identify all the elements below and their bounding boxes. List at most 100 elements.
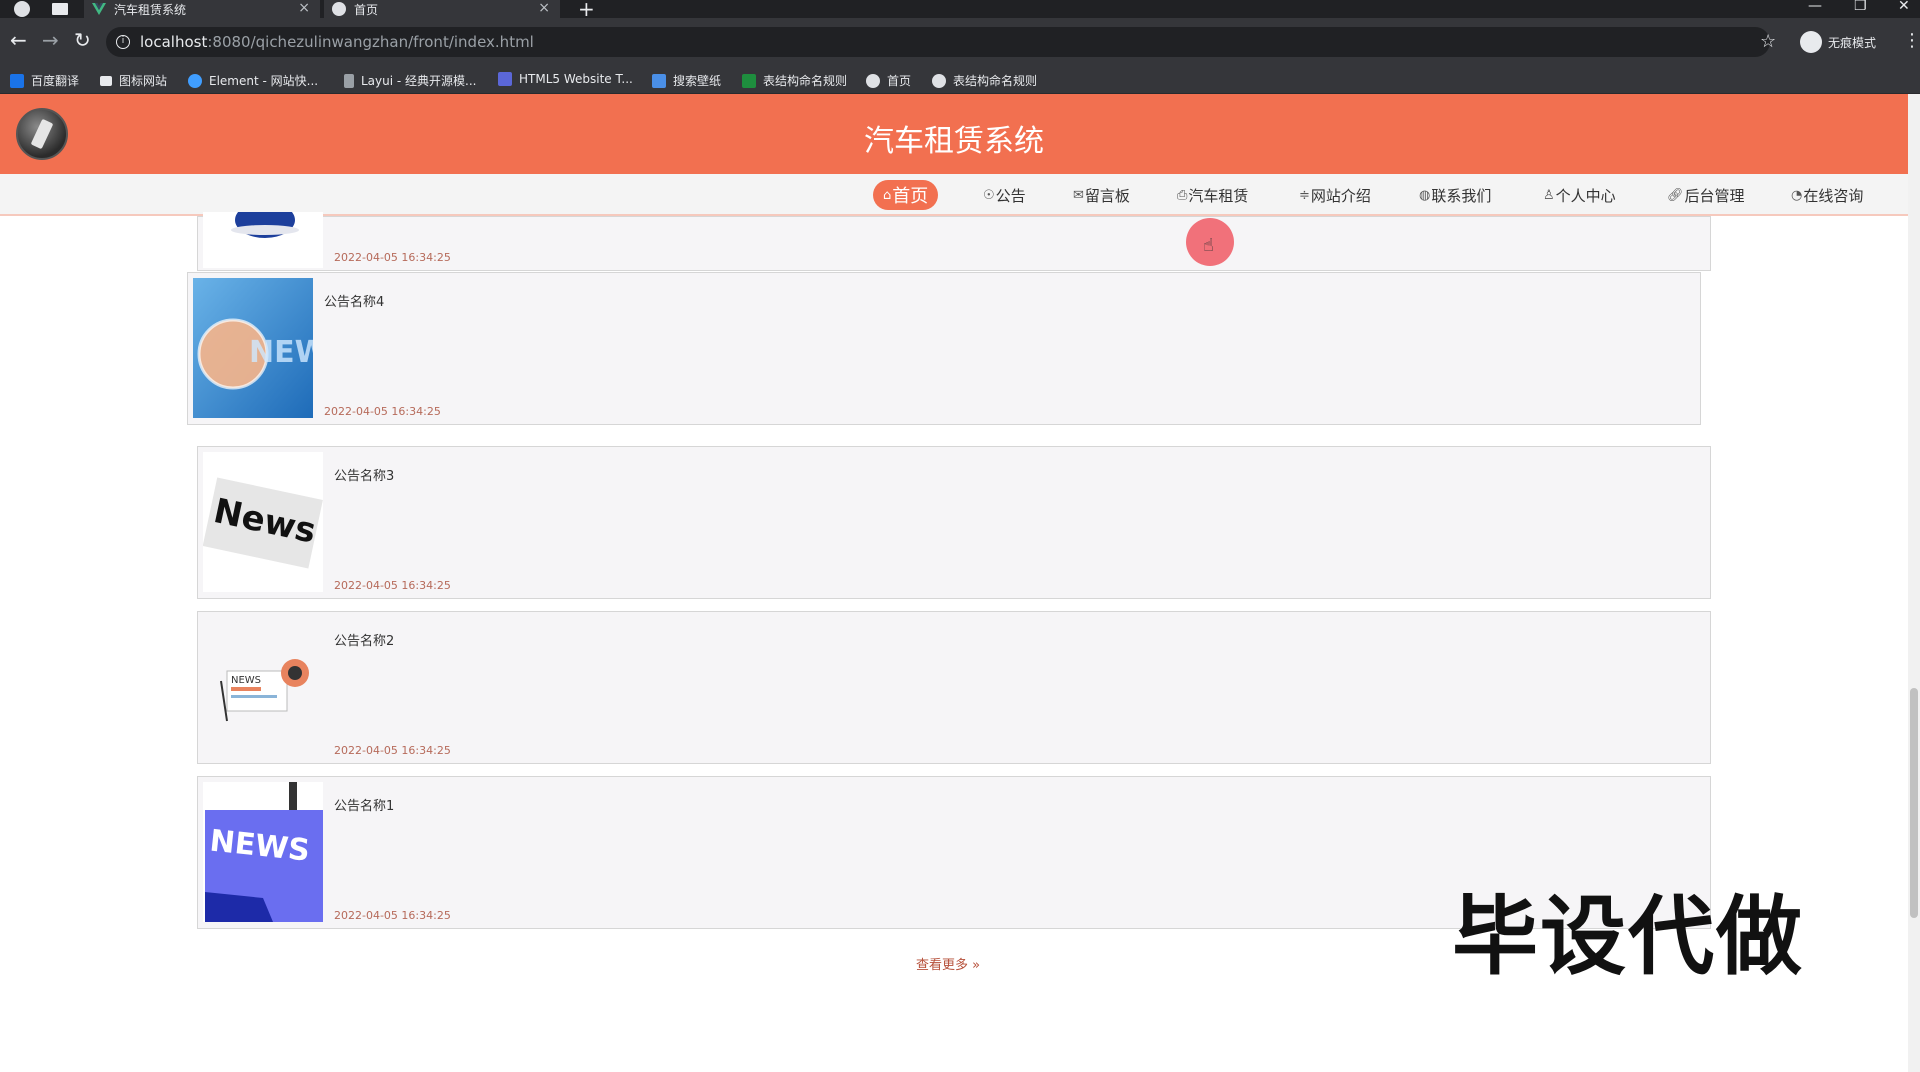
- nav-label: 后台管理: [1684, 186, 1745, 205]
- nav-item-online-consult[interactable]: ◔ 在线咨询: [1791, 180, 1863, 210]
- bookmark-item[interactable]: Element - 网站快...: [188, 72, 318, 89]
- nav-label: 网站介绍: [1310, 186, 1371, 205]
- element-icon: [188, 73, 202, 88]
- nav-item-notice[interactable]: ☉ 公告: [983, 180, 1026, 210]
- bookmark-star-icon[interactable]: ☆: [1760, 31, 1776, 52]
- nav-item-user-center[interactable]: ♙ 个人中心: [1543, 180, 1616, 210]
- bookmark-item[interactable]: 首页: [866, 72, 911, 89]
- bookmark-label: 首页: [887, 74, 912, 88]
- url-input[interactable]: localhost:8080/qichezulinwangzhan/front/…: [106, 27, 1770, 57]
- vue-logo-icon: [92, 3, 106, 15]
- reload-icon[interactable]: ↻: [74, 28, 91, 52]
- bookmark-label: 百度翻译: [31, 74, 80, 88]
- notice-title: 公告名称1: [334, 799, 395, 814]
- site-info-icon[interactable]: i: [116, 35, 130, 49]
- notice-date: 2022-04-05 16:34:25: [324, 405, 441, 418]
- sun-icon: ☉: [983, 187, 995, 203]
- notice-card[interactable]: News 公告名称3 2022-04-05 16:34:25: [197, 446, 1711, 599]
- bookmark-item[interactable]: 表结构命名规则: [932, 72, 1037, 89]
- restore-icon[interactable]: ❐: [1854, 0, 1867, 14]
- notice-thumbnail: [203, 212, 323, 268]
- nav-item-home[interactable]: ⌂ 首页: [873, 180, 939, 210]
- notice-card[interactable]: NEWS 公告名称2 2022-04-05 16:34:25: [197, 611, 1711, 764]
- site-title: 汽车租赁系统: [864, 124, 1044, 159]
- browser-tab-title: 首页: [354, 2, 379, 17]
- nav-label: 留言板: [1084, 186, 1130, 205]
- url-path: :8080/qichezulinwangzhan/front/index.htm…: [207, 33, 534, 51]
- notice-title: 公告名称4: [324, 295, 385, 310]
- incognito-profile-button[interactable]: 无痕模式: [1800, 29, 1876, 55]
- forward-arrow-icon[interactable]: →: [42, 28, 59, 52]
- chat-icon: ◔: [1791, 187, 1803, 203]
- notice-thumbnail: NEW: [193, 278, 313, 418]
- view-more-link[interactable]: 查看更多 »: [916, 954, 980, 973]
- mail-icon: ✉: [1073, 187, 1084, 203]
- globe-icon: ◍: [1419, 187, 1431, 203]
- home-icon: ⌂: [883, 187, 892, 203]
- address-toolbar: ← → ↻ localhost:8080/qichezulinwangzhan/…: [0, 18, 1920, 66]
- bookmark-item[interactable]: 表结构命名规则: [742, 72, 847, 89]
- minimize-icon[interactable]: —: [1808, 0, 1822, 14]
- browser-menu-icon[interactable]: ⋮: [1903, 30, 1920, 51]
- close-tab-icon[interactable]: ×: [298, 0, 310, 17]
- bookmark-label: 表结构命名规则: [953, 74, 1038, 88]
- hand-cursor-icon: ☝: [1203, 235, 1214, 256]
- bookmark-label: Layui - 经典开源模...: [361, 74, 477, 88]
- bookmark-label: Element - 网站快...: [209, 74, 319, 88]
- nav-label: 个人中心: [1555, 186, 1616, 205]
- bookmark-label: HTML5 Website T...: [519, 72, 633, 86]
- nav-label: 联系我们: [1431, 186, 1492, 205]
- browser-tab-2[interactable]: 首页 ×: [324, 0, 560, 18]
- nav-label: 公告: [995, 186, 1026, 205]
- layui-icon: [344, 73, 354, 88]
- notice-title: 公告名称2: [334, 634, 395, 649]
- globe-icon: [866, 73, 880, 88]
- nav-item-car-rental[interactable]: ⎙ 汽车租赁: [1177, 180, 1248, 210]
- nav-item-message-board[interactable]: ✉ 留言板: [1073, 180, 1130, 210]
- svg-text:NEWS: NEWS: [231, 675, 261, 686]
- url-host: localhost: [140, 33, 208, 51]
- close-window-icon[interactable]: ✕: [1898, 0, 1910, 14]
- sheet-icon: [742, 73, 756, 88]
- link-icon: 🔗︎: [1667, 187, 1684, 203]
- bookmark-item[interactable]: HTML5 Website T...: [498, 72, 633, 86]
- incognito-icon: [1800, 31, 1822, 53]
- bookmark-item[interactable]: 图标网站: [100, 72, 167, 89]
- notice-thumbnail: NEWS: [203, 782, 323, 922]
- nav-item-site-intro[interactable]: ≑ 网站介绍: [1299, 180, 1371, 210]
- nav-label: 在线咨询: [1803, 186, 1864, 205]
- page-scrollbar[interactable]: [1908, 94, 1920, 1072]
- flag-icon: [100, 75, 112, 86]
- nav-label: 汽车租赁: [1188, 186, 1249, 205]
- bookmark-item[interactable]: 搜索壁纸: [652, 72, 721, 89]
- user-icon: ♙: [1543, 187, 1555, 203]
- nav-item-contact[interactable]: ◍ 联系我们: [1419, 180, 1491, 210]
- notice-date: 2022-04-05 16:34:25: [334, 579, 451, 592]
- translate-icon: [10, 73, 24, 88]
- wallpaper-icon: [652, 73, 666, 88]
- svg-text:NEW: NEW: [249, 335, 313, 370]
- nav-label: 首页: [892, 186, 929, 207]
- site-header: 汽车租赁系统: [0, 94, 1908, 174]
- browser-globe-icon[interactable]: [14, 1, 30, 17]
- tab-search-icon[interactable]: [52, 3, 68, 15]
- bookmark-item[interactable]: Layui - 经典开源模...: [344, 72, 476, 89]
- notice-title: 公告名称3: [334, 469, 395, 484]
- scrollbar-thumb[interactable]: [1910, 688, 1918, 918]
- bookmark-label: 表结构命名规则: [763, 74, 848, 88]
- bookmark-item[interactable]: 百度翻译: [10, 72, 79, 89]
- print-icon: ⎙: [1177, 187, 1188, 203]
- notice-thumbnail: News: [203, 452, 323, 592]
- bookmarks-bar: 百度翻译 图标网站 Element - 网站快... Layui - 经典开源模…: [0, 66, 1920, 94]
- browser-tab-1[interactable]: 汽车租赁系统 ×: [84, 0, 320, 18]
- close-tab-icon[interactable]: ×: [538, 0, 550, 17]
- browser-tab-title: 汽车租赁系统: [114, 2, 187, 17]
- back-arrow-icon[interactable]: ←: [10, 28, 27, 52]
- notice-card-hover[interactable]: NEW 公告名称4 2022-04-05 16:34:25: [187, 272, 1701, 425]
- notice-card[interactable]: 2022-04-05 16:34:25: [197, 212, 1711, 271]
- watermark-text: 毕设代做: [1452, 887, 1804, 987]
- notice-date: 2022-04-05 16:34:25: [334, 909, 451, 922]
- html5-icon: [498, 72, 512, 86]
- nav-item-admin[interactable]: 🔗︎ 后台管理: [1667, 180, 1745, 210]
- notice-thumbnail: NEWS: [203, 617, 323, 757]
